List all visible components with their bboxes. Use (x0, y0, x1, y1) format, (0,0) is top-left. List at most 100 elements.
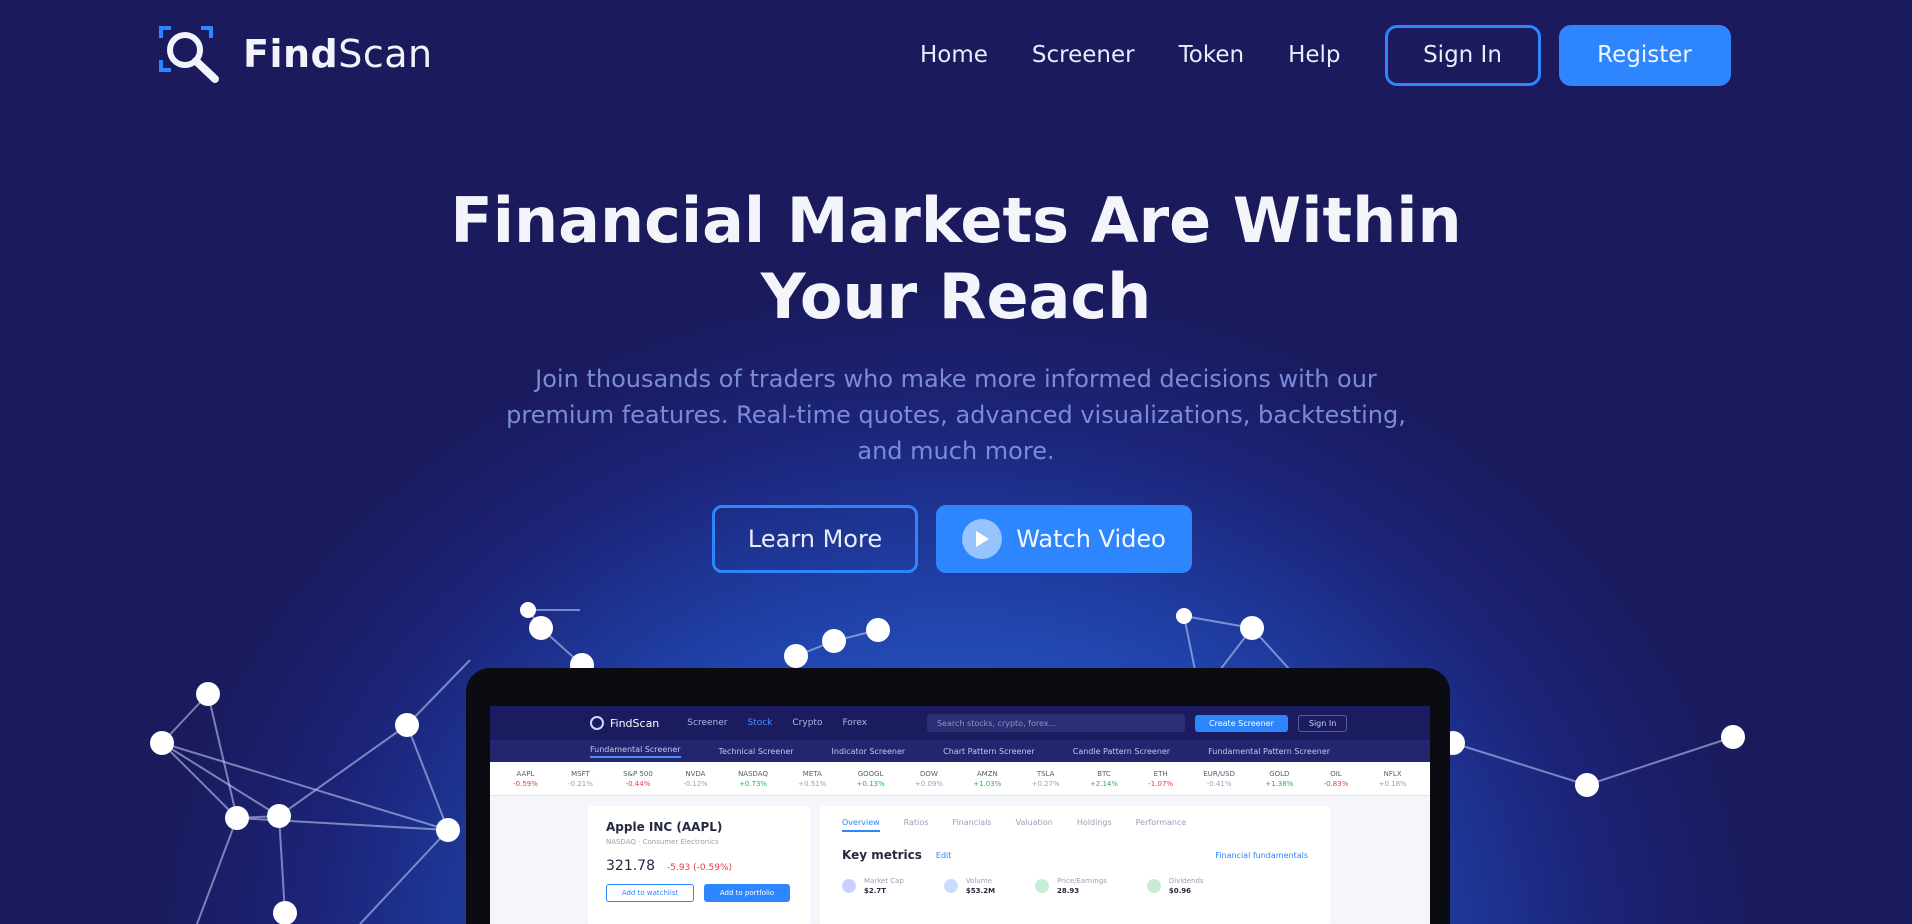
metric-item: Market Cap $2.7T (842, 876, 904, 896)
hero-cta-group: Learn More Watch Video (712, 505, 1192, 573)
metric-icon (1035, 879, 1050, 893)
hero-title-line-1: Financial Markets Are Within (450, 184, 1462, 257)
stock-actions: Add to watchlist Add to portfolio (606, 884, 792, 902)
detail-tabs: Overview Ratios Financials Valuation Hol… (842, 818, 1308, 832)
ticker-symbol: S&P 500 (623, 769, 653, 778)
app-create-button: Create Screener (1195, 714, 1288, 732)
ticker-symbol: MSFT (571, 769, 590, 778)
app-tab: Technical Screener (718, 746, 794, 756)
edit-link: Edit (935, 850, 952, 860)
detail-tab: Financials (952, 818, 992, 827)
metric-value: $2.7T (864, 887, 887, 895)
ticker-change: +0.09% (914, 779, 944, 788)
detail-tab: Overview (842, 818, 880, 832)
app-sign-button: Sign In (1297, 714, 1348, 732)
app-search-input: Search stocks, crypto, forex... (927, 714, 1186, 732)
app-preview-body: Apple INC (AAPL) NASDAQ · Consumer Elect… (490, 796, 1430, 924)
detail-tab: Holdings (1076, 818, 1112, 827)
hero-title-line-2: Your Reach (760, 260, 1152, 333)
metric-icon (943, 879, 958, 893)
ticker-item: S&P 500 -0.44% (623, 769, 653, 789)
app-tab: Chart Pattern Screener (943, 746, 1035, 756)
hero-subtitle: Join thousands of traders who make more … (460, 361, 1452, 469)
hero-subtitle-line-2: premium features. Real-time quotes, adva… (506, 401, 1406, 429)
ticker-item: META +0.51% (798, 769, 826, 789)
metric-label: Market Cap (864, 877, 904, 885)
metric-value: 28.93 (1057, 887, 1080, 895)
watch-video-label: Watch Video (1016, 525, 1166, 553)
ticker-change: +1.38% (1265, 779, 1294, 788)
app-preview-screen: FindScan Screener Stock Crypto Forex Sea… (490, 706, 1430, 924)
magnifier-logo-icon (157, 24, 223, 84)
ticker-change: +0.18% (1378, 779, 1407, 788)
brand-logo[interactable]: FindScan (157, 24, 433, 84)
ticker-change: +0.73% (738, 779, 768, 788)
hero-subtitle-line-3: and much more. (857, 437, 1055, 465)
nav-home[interactable]: Home (920, 42, 988, 68)
ticker-item: MSFT -0.21% (568, 769, 593, 789)
ticker-symbol: NFLX (1383, 769, 1402, 778)
ticker-bar: AAPL -0.59% MSFT -0.21% S&P 500 -0.44% NVDA -0.… (490, 762, 1430, 796)
stock-price-row: 321.78 -5.93 (-0.59%) (606, 858, 792, 874)
detail-tab: Ratios (903, 818, 929, 827)
metric-text: Price/Earnings 28.93 (1057, 876, 1107, 896)
metric-item: Dividends $0.96 (1146, 876, 1204, 896)
stock-summary-card: Apple INC (AAPL) NASDAQ · Consumer Elect… (588, 806, 810, 924)
metric-item: Price/Earnings 28.93 (1035, 876, 1107, 896)
ticker-change: +2.14% (1089, 779, 1119, 788)
ticker-item: BTC +2.14% (1090, 769, 1118, 789)
key-metrics-header: Key metrics Edit Financial fundamentals (842, 848, 1308, 862)
ticker-item: OIL -0.83% (1324, 769, 1349, 789)
ticker-change: -0.44% (625, 779, 651, 788)
app-tab: Fundamental Screener (589, 745, 681, 758)
ticker-item: NASDAQ +0.73% (738, 769, 768, 789)
stock-title: Apple INC (AAPL) (606, 820, 723, 834)
ticker-symbol: TSLA (1036, 769, 1055, 778)
metric-text: Volume $53.2M (966, 876, 995, 896)
ticker-change: +0.51% (798, 779, 827, 788)
ticker-change: -0.12% (683, 779, 708, 788)
ticker-symbol: ETH (1153, 769, 1168, 778)
app-menu-screener: Screener (687, 718, 728, 728)
ticker-symbol: GOOGL (857, 769, 884, 778)
add-portfolio-button: Add to portfolio (704, 884, 790, 902)
metric-item: Volume $53.2M (943, 876, 995, 896)
nav-help[interactable]: Help (1288, 42, 1340, 68)
metric-value: $0.96 (1168, 887, 1191, 895)
ticker-item: DOW +0.09% (915, 769, 943, 789)
app-tab: Indicator Screener (831, 746, 906, 756)
magnifier-icon (590, 716, 604, 730)
metric-label: Volume (965, 877, 992, 885)
nav-screener[interactable]: Screener (1032, 42, 1135, 68)
ticker-symbol: NVDA (685, 769, 706, 778)
hero-subtitle-line-1: Join thousands of traders who make more … (535, 365, 1377, 393)
sign-in-button[interactable]: Sign In (1384, 24, 1541, 86)
ticker-item: GOLD +1.38% (1265, 769, 1293, 789)
ticker-change: -0.83% (1323, 779, 1349, 788)
watch-video-button[interactable]: Watch Video (936, 505, 1192, 573)
ticker-symbol: EUR/USD (1203, 769, 1236, 778)
ticker-symbol: DOW (920, 769, 938, 778)
brand-name: FindScan (243, 32, 433, 76)
ticker-symbol: OIL (1330, 769, 1342, 778)
ticker-symbol: AMZN (976, 769, 998, 778)
app-preview-logo: FindScan (590, 716, 659, 730)
metrics-row: Market Cap $2.7T Volume $53.2M Price/Earning… (842, 876, 1308, 896)
ticker-change: +0.27% (1031, 779, 1060, 788)
learn-more-button[interactable]: Learn More (712, 505, 918, 573)
metric-value: $53.2M (965, 887, 996, 895)
ticker-symbol: NASDAQ (738, 769, 768, 778)
ticker-change: -0.59% (513, 779, 538, 788)
register-button[interactable]: Register (1558, 24, 1731, 86)
hero-title: Financial Markets Are Within Your Reach (356, 183, 1556, 335)
ticker-item: NFLX +0.18% (1379, 769, 1407, 789)
ticker-symbol: META (802, 769, 822, 778)
metric-icon (842, 879, 856, 893)
metric-label: Price/Earnings (1057, 877, 1107, 885)
ticker-item: NVDA -0.12% (683, 769, 708, 789)
detail-tab: Performance (1135, 818, 1187, 827)
ticker-change: -0.21% (568, 779, 593, 788)
ticker-change: -1.07% (1148, 779, 1174, 788)
app-preview-tabs: Fundamental Screener Technical Screener … (490, 740, 1430, 762)
nav-token[interactable]: Token (1179, 42, 1244, 68)
